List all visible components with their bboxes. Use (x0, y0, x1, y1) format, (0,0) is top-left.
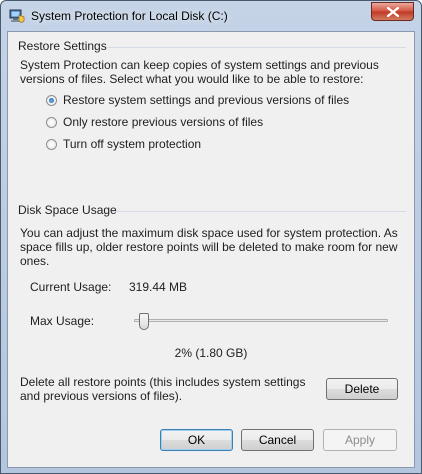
close-icon (387, 7, 399, 17)
dialog-window: System Protection for Local Disk (C:) Re… (0, 0, 422, 474)
close-button[interactable] (371, 2, 414, 21)
section-divider (112, 211, 406, 212)
description-line: versions of files. Select what you would… (20, 72, 364, 86)
max-usage-slider-track[interactable] (134, 319, 388, 322)
radio-label: Turn off system protection (63, 137, 202, 151)
system-protection-icon (9, 8, 25, 24)
radio-turn-off-protection[interactable]: Turn off system protection (46, 136, 201, 152)
delete-text-line: Delete all restore points (this includes… (20, 375, 306, 389)
window-title: System Protection for Local Disk (C:) (31, 9, 228, 23)
radio-only-previous-files[interactable]: Only restore previous versions of files (46, 114, 263, 130)
max-usage-label: Max Usage: (30, 314, 95, 328)
section-divider (108, 47, 406, 48)
description-line: space fills up, older restore points wil… (20, 240, 398, 254)
disk-space-description: You can adjust the maximum disk space us… (20, 226, 398, 268)
max-usage-slider-thumb[interactable] (138, 313, 149, 330)
delete-text-line: and previous versions of files). (20, 389, 183, 403)
radio-button-selected[interactable] (46, 94, 57, 106)
current-usage-value: 319.44 MB (129, 280, 188, 294)
radio-label: Only restore previous versions of files (63, 115, 264, 129)
dialog-client-area: Restore Settings System Protection can k… (7, 31, 415, 468)
radio-button[interactable] (46, 116, 57, 128)
radio-restore-settings-and-files[interactable]: Restore system settings and previous ver… (46, 92, 349, 108)
current-usage-label: Current Usage: (30, 280, 112, 294)
ok-button[interactable]: OK (160, 429, 233, 451)
delete-restore-points-text: Delete all restore points (this includes… (20, 375, 305, 403)
description-line: System Protection can keep copies of sys… (20, 58, 379, 72)
apply-button[interactable]: Apply (323, 429, 397, 451)
restore-settings-header: Restore Settings (18, 39, 107, 53)
delete-button[interactable]: Delete (326, 378, 398, 400)
radio-label: Restore system settings and previous ver… (63, 93, 350, 107)
max-usage-percent: 2% (1.80 GB) (174, 346, 248, 360)
cancel-button[interactable]: Cancel (241, 429, 314, 451)
title-bar[interactable]: System Protection for Local Disk (C:) (1, 1, 421, 31)
radio-button[interactable] (46, 138, 57, 150)
description-line: ones. (20, 254, 50, 268)
disk-space-usage-header: Disk Space Usage (18, 203, 117, 217)
description-line: You can adjust the maximum disk space us… (20, 226, 398, 240)
restore-settings-description: System Protection can keep copies of sys… (20, 58, 379, 86)
